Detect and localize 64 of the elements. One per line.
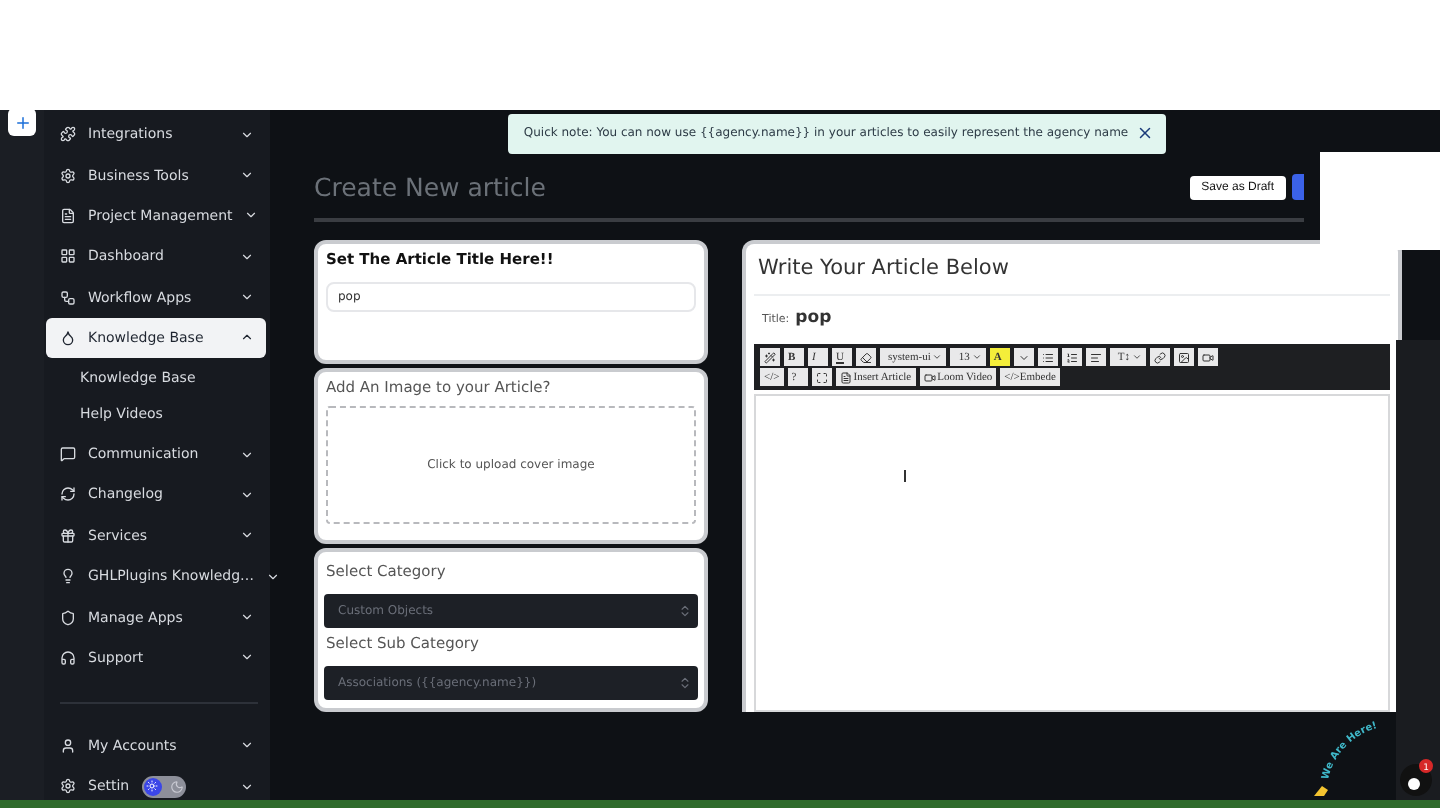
toolbar-button[interactable] [1085, 348, 1106, 366]
chevron-icon [678, 676, 692, 690]
toolbar-button[interactable] [1198, 348, 1219, 366]
toolbar-button[interactable] [856, 348, 876, 366]
toolbar-button[interactable] [811, 368, 832, 386]
chevron-icon [240, 168, 254, 183]
chevron-icon [240, 779, 254, 794]
gift-icon [60, 527, 76, 544]
settings-icon [60, 778, 76, 795]
toolbar-button[interactable] [1013, 348, 1034, 366]
add-button[interactable] [8, 108, 36, 136]
toolbar-button[interactable] [1174, 348, 1195, 366]
puzzle-icon [60, 126, 76, 143]
drop-icon [60, 329, 76, 346]
align-icon [1089, 351, 1102, 363]
headset-icon [60, 649, 76, 666]
text-cursor [904, 470, 906, 482]
chevron-icon [240, 610, 254, 625]
close-button[interactable] [1136, 124, 1155, 142]
chat-icon [60, 446, 76, 463]
toolbar-button[interactable] [1037, 348, 1058, 366]
video-icon [923, 371, 936, 383]
chevron-icon [240, 127, 254, 142]
document-icon [839, 371, 852, 383]
chevron-icon [240, 487, 254, 502]
lightbulb-icon [60, 568, 76, 585]
caret-icon [1017, 351, 1030, 363]
toolbar-button[interactable] [1061, 348, 1082, 366]
eraser-icon [860, 351, 872, 363]
caret-icon [932, 352, 943, 362]
document-icon [60, 207, 76, 224]
chevron-icon [240, 650, 254, 665]
shield-icon [60, 609, 76, 626]
image-icon [1178, 351, 1191, 363]
chevron-icon [240, 290, 254, 305]
close-icon [1136, 124, 1155, 142]
editor-heading: Write Your Article Below [754, 252, 1390, 296]
video-icon [1202, 351, 1215, 363]
wand-icon [764, 351, 776, 363]
chevron-icon [266, 569, 281, 584]
chevron-icon [240, 528, 254, 543]
chevron-icon [678, 604, 692, 618]
sun-icon [143, 777, 162, 796]
chevron-icon [240, 330, 254, 345]
chevron-icon [240, 738, 254, 752]
user-icon [60, 737, 76, 753]
page-title: Create New article [314, 172, 548, 202]
chevron-icon [244, 208, 259, 223]
refresh-icon [60, 486, 76, 503]
chevron-icon [240, 447, 254, 462]
bullet-list-icon [1041, 351, 1054, 363]
plus-icon [13, 113, 31, 131]
grid-icon [60, 248, 76, 265]
chevron-icon [240, 249, 254, 264]
caret-icon [971, 352, 982, 362]
toolbar-button[interactable] [1150, 348, 1171, 366]
gear-icon [60, 167, 76, 184]
theme-toggle[interactable] [141, 775, 186, 798]
workflow-icon [60, 289, 76, 306]
caret-icon [1132, 352, 1143, 362]
link-icon [1154, 351, 1167, 363]
numbered-list-icon [1065, 351, 1078, 363]
moon-icon [169, 779, 184, 794]
title-value: pop [795, 308, 832, 328]
